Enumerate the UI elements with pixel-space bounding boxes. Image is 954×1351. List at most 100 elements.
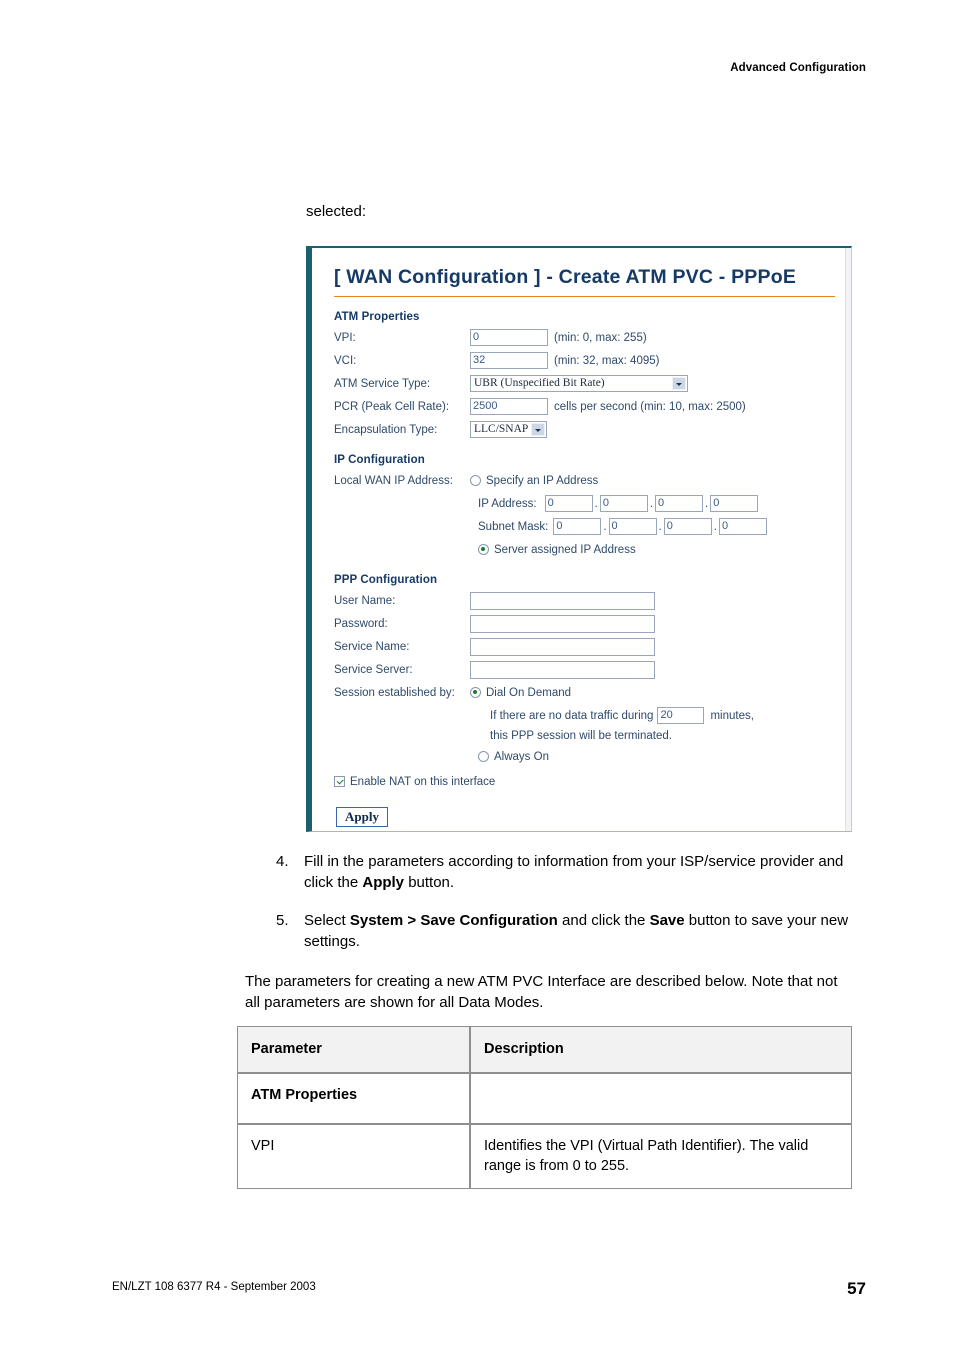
ppp-configuration-heading: PPP Configuration <box>334 574 438 586</box>
ip-dot-separator: . <box>649 497 654 510</box>
table-cell-parameter: VPI <box>237 1124 470 1189</box>
table-row: ATM Properties <box>237 1073 852 1124</box>
field-row-password: Password: <box>334 612 845 635</box>
field-row-always-on: Always On <box>334 745 845 768</box>
field-row-service-name: Service Name: <box>334 635 845 658</box>
specify-ip-address-label: Specify an IP Address <box>486 474 599 487</box>
step-text-emphasis: System > Save Configuration <box>349 912 558 929</box>
service-server-input[interactable] <box>470 660 655 679</box>
pcr-input[interactable]: 2500 <box>470 398 548 415</box>
field-row-server-assigned-ip: Server assigned IP Address <box>334 538 845 561</box>
table-cell-description: Identifies the VPI (Virtual Path Identif… <box>470 1124 852 1189</box>
dial-on-demand-label: Dial On Demand <box>486 686 572 699</box>
service-name-input[interactable] <box>470 637 655 656</box>
idle-timeout-input[interactable]: 20 <box>657 707 705 724</box>
chevron-down-icon[interactable] <box>672 377 686 390</box>
step-item: 5. Select System > Save Configuration an… <box>276 911 856 952</box>
radio-dial-on-demand[interactable] <box>470 687 481 698</box>
field-row-encapsulation-type: Encapsulation Type: LLC/SNAP <box>334 418 845 441</box>
table-cell-description <box>470 1073 852 1124</box>
router-ui-content: [ WAN Configuration ] - Create ATM PVC -… <box>312 248 845 827</box>
router-page-title: [ WAN Configuration ] - Create ATM PVC -… <box>334 266 797 288</box>
subnet-mask-octet-3[interactable]: 0 <box>663 518 712 535</box>
subnet-mask-octet-1[interactable]: 0 <box>553 518 602 535</box>
subnet-mask-octet-2[interactable]: 0 <box>608 518 657 535</box>
encapsulation-type-value: LLC/SNAP <box>474 423 529 435</box>
step-text: Fill in the parameters according to info… <box>304 852 856 893</box>
ip-dot-separator: . <box>603 520 607 533</box>
step-text-part: and click the <box>557 912 650 929</box>
table-header-description: Description <box>470 1026 852 1073</box>
service-server-label: Service Server: <box>334 663 413 676</box>
lead-paragraph: selected: <box>306 203 367 220</box>
pcr-label: PCR (Peak Cell Rate): <box>334 400 450 413</box>
encapsulation-type-label: Encapsulation Type: <box>334 423 438 436</box>
step-text-emphasis: Apply <box>362 873 405 891</box>
step-text-part: button. <box>404 873 455 891</box>
always-on-label: Always On <box>494 750 549 763</box>
ip-address-octet-4[interactable]: 0 <box>710 495 759 512</box>
enable-nat-label: Enable NAT on this interface <box>350 775 496 788</box>
subnet-mask-label: Subnet Mask: <box>478 520 549 533</box>
router-ui-screenshot: [ WAN Configuration ] - Create ATM PVC -… <box>306 246 852 832</box>
idle-timeout-prefix: If there are no data traffic during <box>490 709 654 722</box>
field-row-ip-address: IP Address: 0 . 0 . 0 . 0 <box>334 492 845 515</box>
idle-timeout-suffix: minutes, <box>710 709 754 722</box>
vpi-hint: (min: 0, max: 255) <box>554 331 647 344</box>
password-input[interactable] <box>470 614 655 633</box>
idle-timeout-row-line2: this PPP session will be terminated. <box>334 727 845 745</box>
atm-service-type-value: UBR (Unspecified Bit Rate) <box>474 377 605 389</box>
apply-button[interactable]: Apply <box>336 807 388 827</box>
atm-properties-heading: ATM Properties <box>334 311 420 323</box>
checkbox-enable-nat[interactable] <box>334 776 345 787</box>
vpi-input[interactable]: 0 <box>470 329 548 346</box>
ip-configuration-heading: IP Configuration <box>334 454 425 466</box>
field-row-session-established: Session established by: Dial On Demand <box>334 681 845 704</box>
field-row-atm-service-type: ATM Service Type: UBR (Unspecified Bit R… <box>334 372 845 395</box>
ip-dot-separator: . <box>658 520 662 533</box>
step-text-part: Select <box>304 912 350 929</box>
title-divider <box>334 296 835 297</box>
step-item: 4. Fill in the parameters according to i… <box>276 852 856 893</box>
password-label: Password: <box>334 617 388 630</box>
table-cell-parameter: ATM Properties <box>237 1073 470 1124</box>
idle-timeout-row: If there are no data traffic during 20 m… <box>334 704 845 727</box>
field-row-user-name: User Name: <box>334 589 845 612</box>
page-running-header: Advanced Configuration <box>730 62 866 74</box>
vci-input[interactable]: 32 <box>470 352 548 369</box>
user-name-input[interactable] <box>470 591 655 610</box>
vci-hint: (min: 32, max: 4095) <box>554 354 660 367</box>
encapsulation-type-select[interactable]: LLC/SNAP <box>470 421 547 438</box>
parameter-description-table: Parameter Description ATM Properties VPI… <box>237 1026 852 1189</box>
ip-address-octet-1[interactable]: 0 <box>544 495 593 512</box>
vpi-label: VPI: <box>334 331 356 344</box>
ip-address-octet-3[interactable]: 0 <box>655 495 704 512</box>
step-number: 5. <box>276 912 289 929</box>
ip-address-octet-2[interactable]: 0 <box>599 495 648 512</box>
user-name-label: User Name: <box>334 594 396 607</box>
field-row-subnet-mask: Subnet Mask: 0 . 0 . 0 . 0 <box>334 515 845 538</box>
field-row-vci: VCI: 32 (min: 32, max: 4095) <box>334 349 845 372</box>
subnet-mask-octet-4[interactable]: 0 <box>718 518 767 535</box>
radio-server-assigned-ip[interactable] <box>478 544 489 555</box>
radio-specify-ip-address[interactable] <box>470 475 481 486</box>
field-row-vpi: VPI: 0 (min: 0, max: 255) <box>334 326 845 349</box>
idle-timeout-line2: this PPP session will be terminated. <box>490 730 672 742</box>
footer-document-id: EN/LZT 108 6377 R4 - September 2003 <box>112 1281 316 1293</box>
radio-always-on[interactable] <box>478 751 489 762</box>
ip-address-label: IP Address: <box>478 497 537 510</box>
chevron-down-icon[interactable] <box>531 423 545 436</box>
ip-dot-separator: . <box>594 497 598 510</box>
atm-service-type-select[interactable]: UBR (Unspecified Bit Rate) <box>470 375 688 392</box>
table-header-row: Parameter Description <box>237 1026 852 1073</box>
server-assigned-ip-label: Server assigned IP Address <box>494 543 636 556</box>
footer-page-number: 57 <box>847 1279 866 1298</box>
vci-label: VCI: <box>334 354 357 367</box>
field-row-local-wan-ip: Local WAN IP Address: Specify an IP Addr… <box>334 469 845 492</box>
session-established-label: Session established by: <box>334 686 455 699</box>
table-header-parameter: Parameter <box>237 1026 470 1073</box>
ip-dot-separator: . <box>713 520 717 533</box>
field-row-enable-nat: Enable NAT on this interface <box>334 770 845 793</box>
field-row-service-server: Service Server: <box>334 658 845 681</box>
service-name-label: Service Name: <box>334 640 410 653</box>
